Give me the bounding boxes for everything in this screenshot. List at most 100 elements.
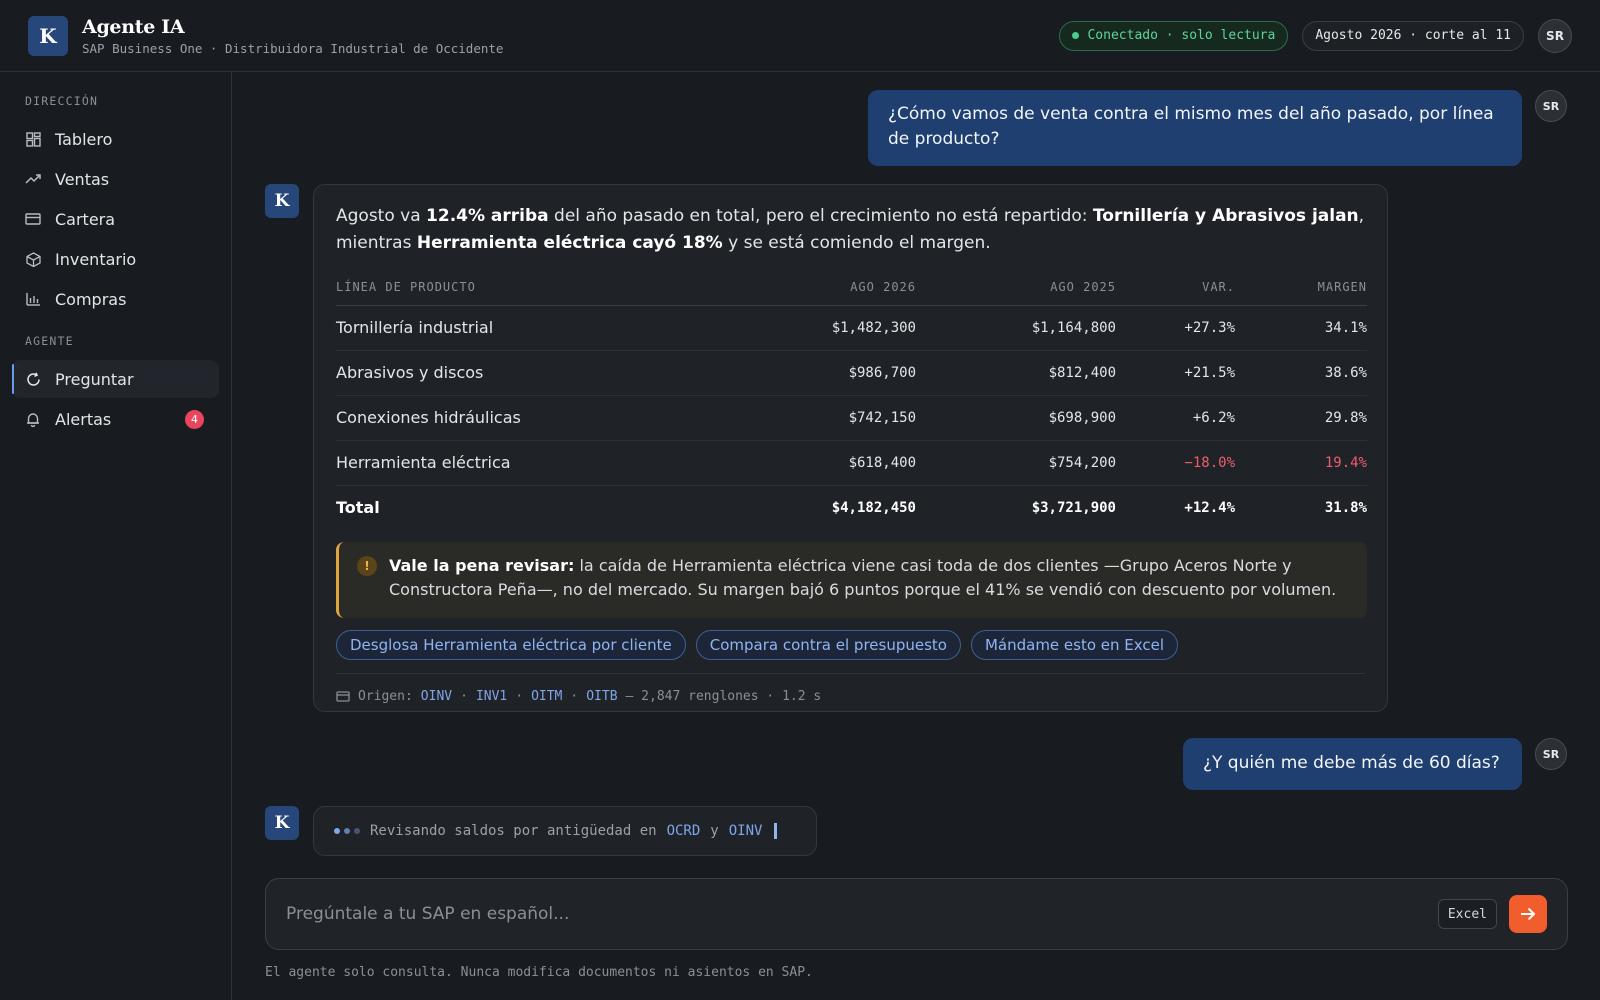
table-total-row: Total $4,182,450 $3,721,900 +12.4% 31.8% — [336, 485, 1367, 530]
table-row: Herramienta eléctrica $618,400 $754,200 … — [336, 440, 1367, 486]
table-cell: Conexiones hidráulicas — [336, 395, 736, 441]
table-cell: 31.8% — [1324, 499, 1367, 516]
table-cell: Tornillería industrial — [336, 305, 736, 351]
answer-text: Agosto va — [336, 206, 427, 226]
chat-area: ¿Cómo vamos de venta contra el mismo mes… — [233, 72, 1600, 1000]
sidebar-item-preguntar[interactable]: Preguntar — [12, 360, 219, 398]
table-row: Conexiones hidráulicas $742,150 $698,900… — [336, 395, 1367, 441]
typing-text: y — [710, 823, 719, 839]
sidebar-item-tablero[interactable]: Tablero — [12, 120, 219, 158]
database-icon — [336, 691, 350, 702]
sales-table: LÍNEA DE PRODUCTO AGO 2026 AGO 2025 VAR.… — [336, 269, 1367, 530]
text-cursor — [774, 823, 778, 839]
period-selector[interactable]: Agosto 2026 · corte al 11 — [1302, 20, 1524, 51]
sidebar-item-label: Preguntar — [55, 369, 134, 389]
table-cell: Herramienta eléctrica — [336, 440, 736, 486]
grid-icon — [25, 131, 41, 147]
typing-dots-icon — [334, 828, 360, 834]
table-cell: $812,400 — [916, 350, 1116, 396]
refresh-icon — [25, 371, 41, 387]
table-cell: +6.2% — [1116, 395, 1235, 441]
column-header[interactable]: LÍNEA DE PRODUCTO — [336, 269, 736, 306]
top-bar: K Agente IA SAP Business One · Distribui… — [0, 0, 1600, 72]
sidebar-item-ventas[interactable]: Ventas — [12, 160, 219, 198]
table-cell: $618,400 — [736, 440, 916, 486]
table-row: Abrasivos y discos $986,700 $812,400 +21… — [336, 350, 1367, 396]
sidebar-item-label: Ventas — [55, 169, 110, 189]
user-message-avatar: SR — [1535, 738, 1567, 770]
app-subtitle: SAP Business One · Distribuidora Industr… — [82, 40, 504, 56]
table-header-row: LÍNEA DE PRODUCTO AGO 2026 AGO 2025 VAR.… — [336, 269, 1367, 306]
status-dot-icon — [1072, 32, 1080, 39]
source-table[interactable]: OITB — [586, 689, 617, 704]
header-actions: Conectado · solo lectura Agosto 2026 · c… — [1059, 18, 1572, 53]
separator: · — [515, 689, 524, 704]
section-label-agente: AGENTE — [25, 334, 74, 348]
table-cell: +21.5% — [1116, 350, 1235, 396]
user-message-avatar: SR — [1535, 90, 1567, 122]
callout-text: Vale la pena revisar: la caída de Herram… — [389, 554, 1349, 604]
answer-highlight: Herramienta eléctrica cayó 18% — [416, 233, 723, 253]
answer-text: del año pasado en total, pero el crecimi… — [548, 206, 1093, 226]
typing-text: Revisando saldos por antigüedad en — [370, 823, 657, 839]
table-cell: Total — [336, 498, 380, 518]
table-cell: 38.6% — [1235, 350, 1367, 396]
section-label-direccion: DIRECCIÓN — [25, 94, 99, 108]
bell-icon — [25, 411, 41, 427]
source-table[interactable]: INV1 — [476, 689, 507, 704]
sidebar-item-label: Cartera — [55, 209, 116, 229]
user-avatar[interactable]: SR — [1538, 18, 1572, 53]
agent-answer-card: Agosto va 12.4% arriba del año pasado en… — [313, 184, 1388, 712]
table-cell: Abrasivos y discos — [336, 350, 736, 396]
trend-icon — [25, 171, 41, 187]
table-cell: +12.4% — [1184, 499, 1235, 516]
table-cell: $986,700 — [736, 350, 916, 396]
callout-title: Vale la pena revisar: — [389, 556, 575, 575]
source-table[interactable]: OITM — [531, 689, 562, 704]
table-cell: 29.8% — [1235, 395, 1367, 441]
separator: · — [460, 689, 468, 704]
excel-button[interactable]: Excel — [1437, 899, 1497, 929]
brand: Agente IA SAP Business One · Distribuido… — [82, 16, 503, 56]
sidebar: DIRECCIÓN Tablero Ventas Cartera Inventa… — [0, 72, 232, 1000]
table-cell: $3,721,900 — [1031, 499, 1116, 516]
answer-summary: Agosto va 12.4% arriba del año pasado en… — [336, 203, 1365, 257]
source-table[interactable]: OINV — [421, 689, 452, 704]
send-button[interactable] — [1509, 895, 1547, 933]
sidebar-item-inventario[interactable]: Inventario — [12, 240, 219, 278]
sidebar-item-compras[interactable]: Compras — [12, 280, 219, 318]
message-input[interactable] — [286, 904, 1438, 924]
suggestion-chip[interactable]: Desglosa Herramienta eléctrica por clien… — [336, 630, 686, 660]
column-header[interactable]: MARGEN — [1235, 269, 1367, 306]
suggestion-chip[interactable]: Compara contra el presupuesto — [695, 630, 961, 660]
suggestion-chip[interactable]: Mándame esto en Excel — [970, 630, 1179, 660]
sidebar-item-alertas[interactable]: Alertas 4 — [12, 400, 219, 438]
table-cell: $754,200 — [916, 440, 1116, 486]
suggestion-chips: Desglosa Herramienta eléctrica por clien… — [336, 630, 1365, 660]
read-only-disclaimer: El agente solo consulta. Nunca modifica … — [265, 965, 813, 980]
column-header[interactable]: AGO 2025 — [916, 269, 1116, 306]
table-cell: $1,482,300 — [736, 305, 916, 351]
sidebar-item-label: Inventario — [55, 249, 137, 269]
connection-status-label: Conectado · solo lectura — [1087, 28, 1276, 43]
source-label: Origen: — [358, 689, 413, 704]
sidebar-item-label: Compras — [55, 289, 127, 309]
column-header[interactable]: AGO 2026 — [736, 269, 916, 306]
app-title: Agente IA — [82, 15, 185, 38]
review-callout: ! Vale la pena revisar: la caída de Herr… — [336, 542, 1367, 618]
app-logo: K — [28, 15, 68, 56]
table-cell: $698,900 — [916, 395, 1116, 441]
bar-chart-icon — [25, 291, 41, 307]
user-message: ¿Cómo vamos de venta contra el mismo mes… — [868, 90, 1522, 166]
agent-avatar: K — [265, 806, 299, 840]
separator: · — [570, 689, 579, 704]
column-header[interactable]: VAR. — [1116, 269, 1235, 306]
table-cell-negative: 19.4% — [1235, 440, 1367, 486]
table-cell: +27.3% — [1116, 305, 1235, 351]
sidebar-item-label: Tablero — [55, 129, 113, 149]
sidebar-item-cartera[interactable]: Cartera — [12, 200, 219, 238]
connection-status: Conectado · solo lectura — [1059, 20, 1289, 51]
table-row: Tornillería industrial $1,482,300 $1,164… — [336, 305, 1367, 351]
table-cell: $4,182,450 — [831, 499, 916, 516]
warning-icon: ! — [357, 556, 377, 576]
